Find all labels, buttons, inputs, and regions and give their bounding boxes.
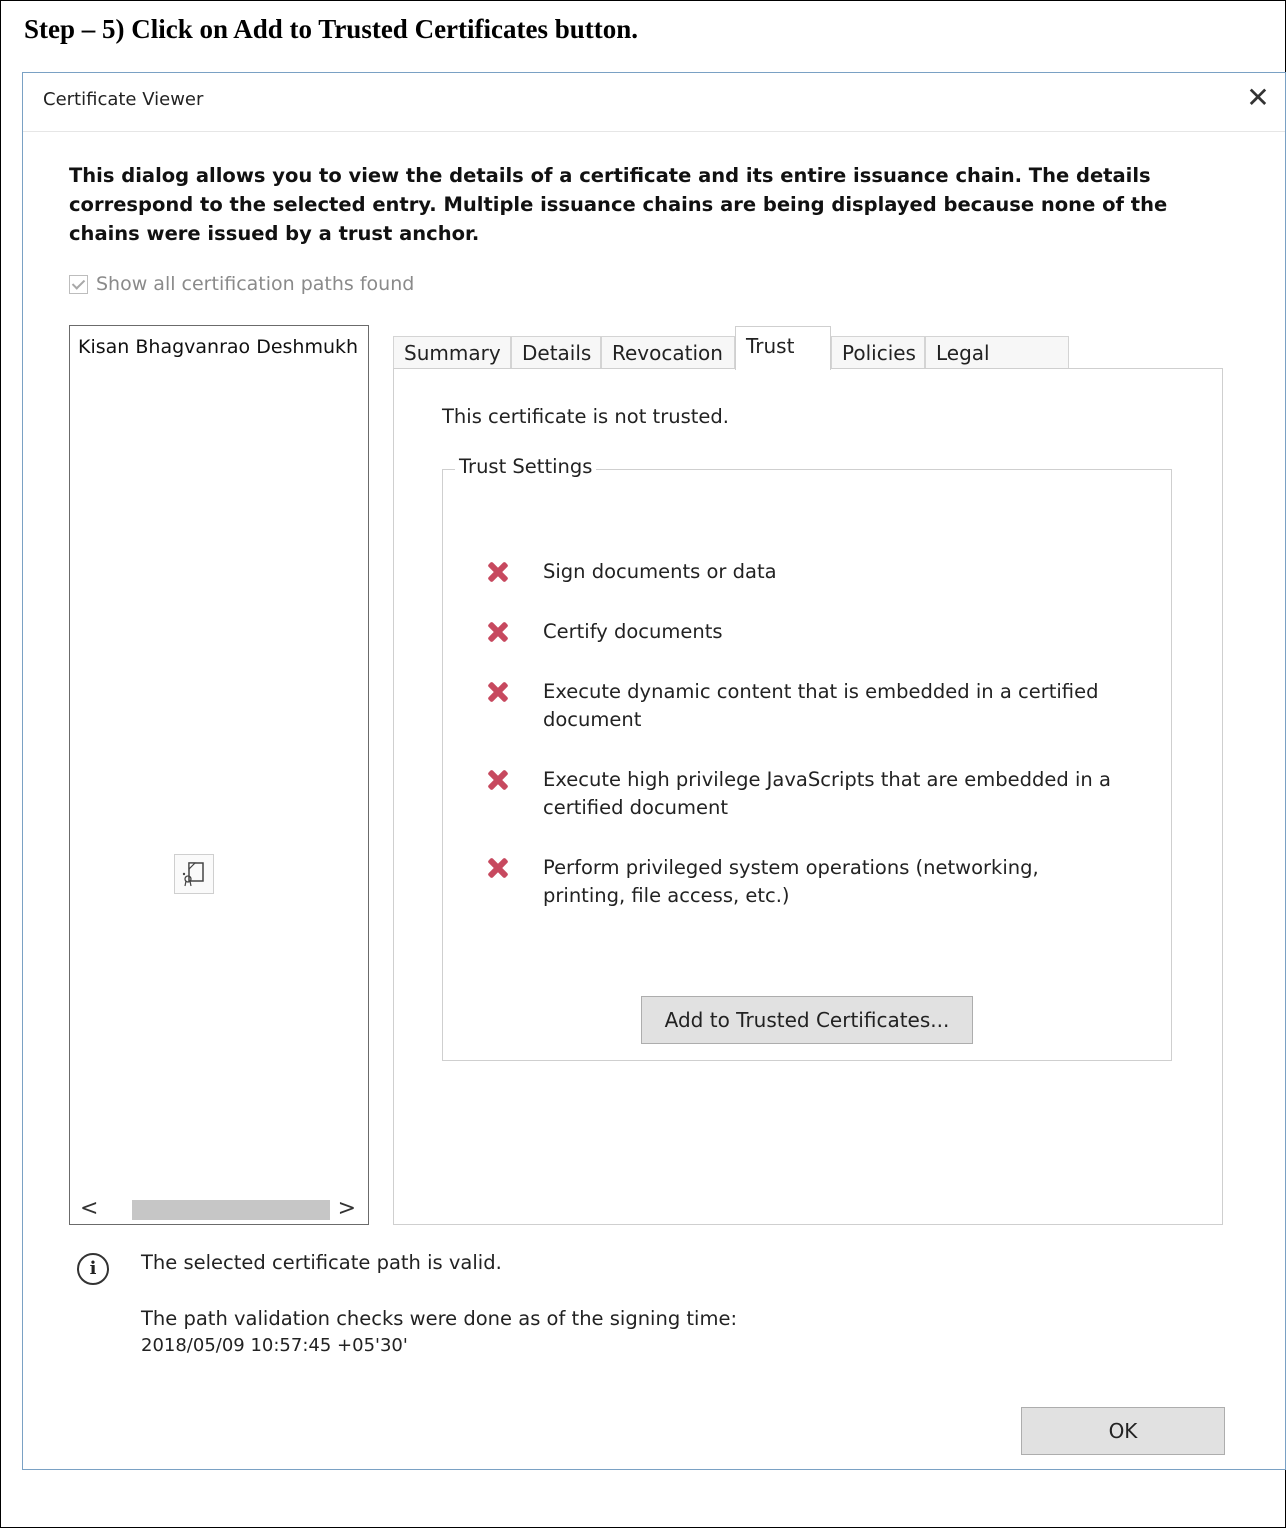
dialog-title: Certificate Viewer	[43, 89, 204, 110]
intro-text: This dialog allows you to view the detai…	[69, 164, 1168, 245]
tab-strip: Summary Details Revocation Trust Policie…	[393, 326, 1223, 398]
tab-policies[interactable]: Policies	[831, 336, 925, 369]
validation-check-text: The path validation checks were done as …	[141, 1307, 738, 1330]
tab-legal-notice[interactable]: Legal Notice	[925, 336, 1069, 398]
tab-revocation[interactable]: Revocation	[601, 336, 735, 369]
permission-text: Perform privileged system operations (ne…	[543, 856, 1039, 907]
add-to-trusted-certificates-button[interactable]: Add to Trusted Certificates...	[641, 996, 973, 1044]
show-all-paths-checkbox[interactable]: Show all certification paths found	[69, 273, 414, 295]
trust-status-text: This certificate is not trusted.	[442, 405, 729, 428]
tree-item-certificate[interactable]: Kisan Bhagvanrao Deshmukh	[78, 336, 358, 358]
certificate-viewer-dialog: Certificate Viewer ✕ This dialog allows …	[22, 72, 1286, 1470]
red-x-icon	[485, 620, 509, 644]
tab-details[interactable]: Details	[511, 336, 601, 369]
scroll-thumb[interactable]	[132, 1200, 330, 1220]
signing-timestamp: 2018/05/09 10:57:45 +05'30'	[141, 1335, 408, 1356]
info-icon: i	[77, 1253, 109, 1285]
path-valid-text: The selected certificate path is valid.	[141, 1251, 502, 1274]
red-x-icon	[485, 560, 509, 584]
scroll-right-icon[interactable]: >	[338, 1196, 356, 1221]
certificate-icon	[174, 854, 214, 894]
permission-text: Certify documents	[543, 620, 723, 643]
tab-trust[interactable]: Trust	[735, 326, 831, 370]
red-x-icon	[485, 856, 509, 880]
red-x-icon	[485, 680, 509, 704]
trust-tab-panel: This certificate is not trusted. Trust S…	[393, 368, 1223, 1225]
certificate-tree[interactable]: Kisan Bhagvanrao Deshmukh < >	[69, 325, 369, 1225]
trust-settings-title: Trust Settings	[455, 455, 597, 478]
permission-text: Execute high privilege JavaScripts that …	[543, 768, 1111, 819]
step-heading: Step – 5) Click on Add to Trusted Certif…	[24, 14, 639, 44]
show-all-paths-label: Show all certification paths found	[96, 273, 415, 295]
title-divider	[23, 131, 1285, 132]
permission-text: Execute dynamic content that is embedded…	[543, 680, 1099, 731]
trust-settings-group: Trust Settings Sign documents or data Ce…	[442, 455, 1172, 1061]
ok-button[interactable]: OK	[1021, 1407, 1225, 1455]
scroll-left-icon[interactable]: <	[80, 1196, 98, 1221]
tab-summary[interactable]: Summary	[393, 336, 511, 369]
horizontal-scrollbar[interactable]: < >	[70, 1194, 368, 1224]
red-x-icon	[485, 768, 509, 792]
permission-text: Sign documents or data	[543, 560, 777, 583]
close-button[interactable]: ✕	[1241, 81, 1275, 115]
checkbox-icon[interactable]	[69, 274, 88, 294]
